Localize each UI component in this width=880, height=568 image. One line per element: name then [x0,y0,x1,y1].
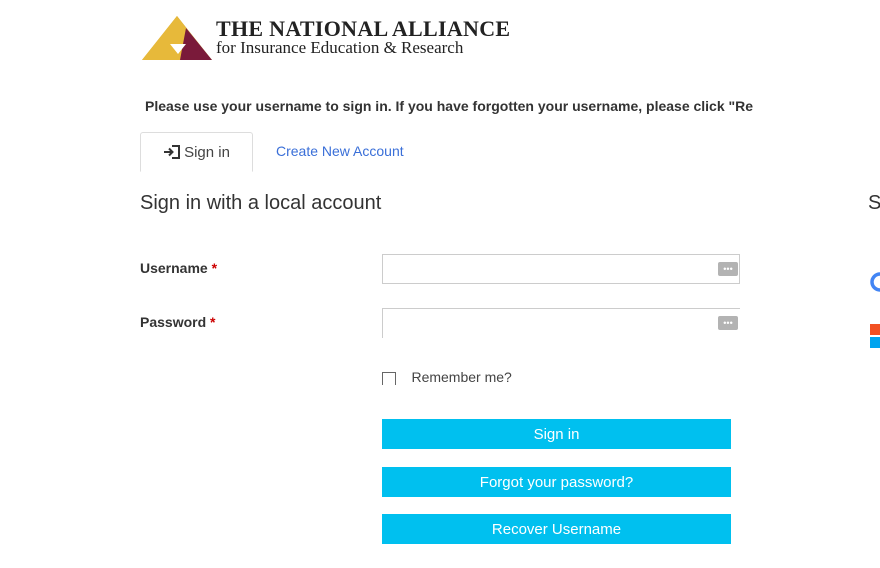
password-manager-icon[interactable]: ••• [718,262,738,276]
username-label-text: Username [140,260,208,276]
tab-sign-in-label: Sign in [184,143,230,161]
password-label: Password * [140,314,215,330]
username-field-wrap: ••• [382,254,740,284]
microsoft-icon[interactable] [870,324,880,348]
password-input[interactable] [382,308,740,338]
alliance-triangle-icon [142,16,212,60]
signin-notice: Please use your username to sign in. If … [145,98,754,114]
local-signin-heading: Sign in with a local account [140,192,382,214]
tab-sign-in[interactable]: Sign in [140,132,253,172]
create-account-link[interactable]: Create New Account [276,143,404,159]
recover-username-button[interactable]: Recover Username [382,514,731,544]
external-signin-heading: S [868,192,880,214]
sign-in-button[interactable]: Sign in [382,419,731,449]
sign-in-icon [164,145,181,159]
forgot-password-button[interactable]: Forgot your password? [382,467,731,497]
username-label: Username * [140,260,217,276]
password-label-text: Password [140,314,207,330]
required-marker: * [210,314,216,330]
required-marker: * [211,260,218,276]
remember-me-checkbox[interactable] [382,372,396,385]
google-icon[interactable] [870,272,880,292]
password-field-wrap: ••• [382,308,740,338]
organization-logo: THE NATIONAL ALLIANCE for Insurance Educ… [140,14,540,62]
username-input[interactable] [382,254,740,284]
password-manager-icon[interactable]: ••• [718,316,738,330]
remember-me[interactable]: Remember me? [382,369,512,385]
remember-me-label: Remember me? [411,369,512,385]
logo-subtitle: for Insurance Education & Research [216,38,464,57]
